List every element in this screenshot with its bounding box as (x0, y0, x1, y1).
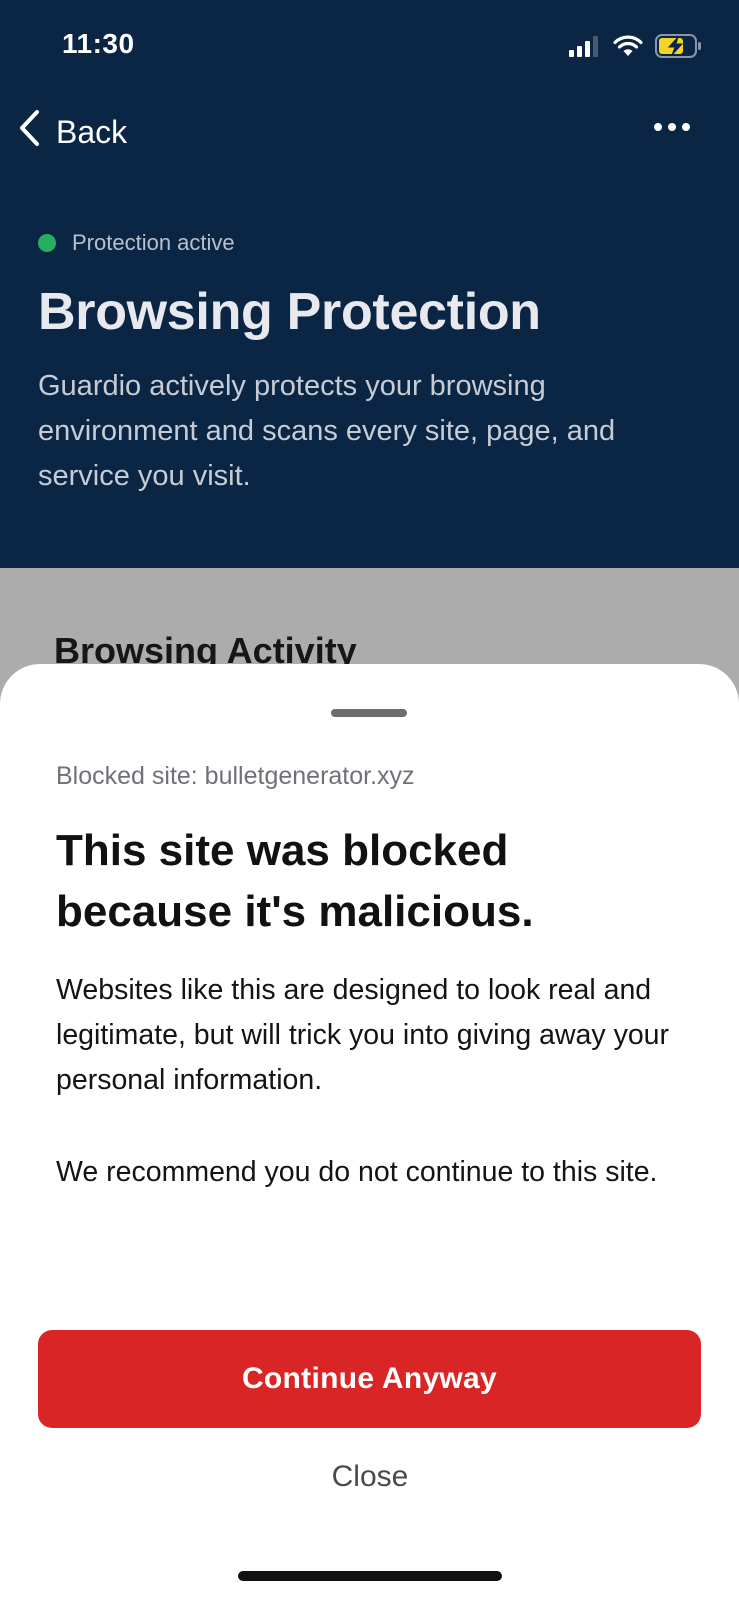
back-button[interactable]: Back (16, 108, 127, 156)
home-indicator[interactable] (238, 1571, 502, 1581)
close-button[interactable]: Close (270, 1450, 470, 1504)
page-description: Guardio actively protects your browsing … (38, 370, 616, 492)
warning-paragraph: Websites like this are designed to look … (56, 974, 670, 1096)
wifi-icon (613, 35, 643, 62)
protection-status-label: Protection active (72, 230, 235, 255)
status-bar: 11:30 (0, 0, 739, 92)
page-title: Browsing Protection (38, 283, 541, 341)
header: 11:30 Back Protection active Browsing Pr… (0, 0, 739, 568)
status-dot-icon (38, 234, 56, 252)
back-label: Back (56, 113, 128, 150)
battery-charging-icon (655, 34, 703, 63)
sheet-title: This site was blocked because it's malic… (56, 826, 534, 936)
blocked-site-label: Blocked site: bulletgenerator.xyz (56, 762, 415, 790)
sheet-drag-handle[interactable] (331, 709, 407, 717)
protection-status: Protection active (38, 230, 235, 256)
blocked-site-sheet: Blocked site: bulletgenerator.xyz This s… (0, 664, 739, 1600)
continue-anyway-button[interactable]: Continue Anyway (38, 1330, 701, 1428)
chevron-left-icon (16, 108, 42, 156)
status-icons (569, 34, 703, 63)
more-horizontal-icon (653, 123, 693, 142)
recommendation-paragraph: We recommend you do not continue to this… (56, 1156, 658, 1188)
status-time: 11:30 (62, 28, 135, 59)
cellular-signal-icon (569, 35, 601, 62)
more-options-button[interactable] (653, 116, 693, 138)
